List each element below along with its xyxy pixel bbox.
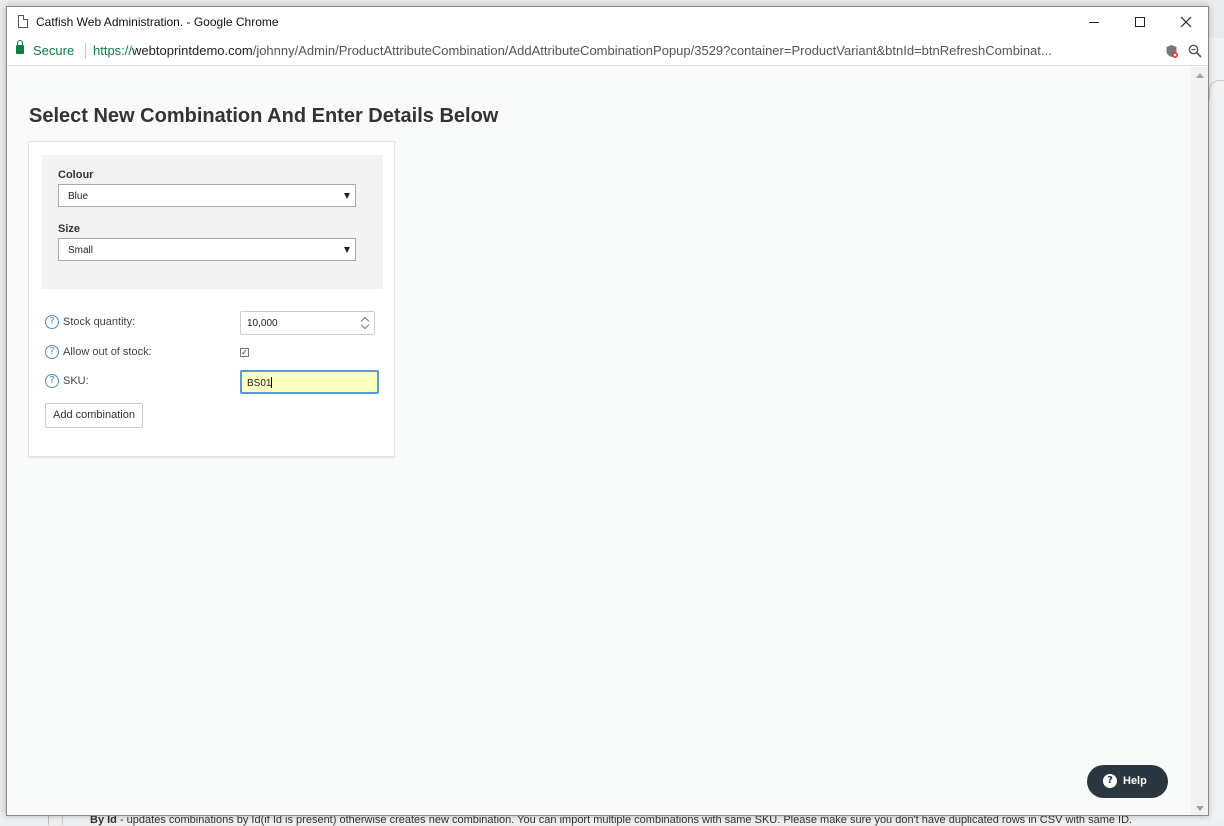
minimize-icon xyxy=(1089,21,1099,23)
combination-form-panel: Colour Blue Size Small ? Stock quantity:… xyxy=(28,141,395,457)
stock-quantity-value: 10,000 xyxy=(247,318,278,329)
address-divider xyxy=(85,43,86,59)
chrome-popup-window: Catfish Web Administration. - Google Chr… xyxy=(6,6,1209,816)
colour-select[interactable]: Blue xyxy=(58,184,356,207)
minimize-button[interactable] xyxy=(1071,7,1117,37)
text-cursor xyxy=(271,377,273,388)
question-circle-icon[interactable]: ? xyxy=(45,315,59,329)
stock-quantity-label: Stock quantity: xyxy=(63,316,136,328)
maximize-icon xyxy=(1135,17,1145,27)
address-bar[interactable]: Secure https://webtoprintdemo.com/johnny… xyxy=(7,37,1208,66)
background-page-edge xyxy=(1209,38,1224,818)
url-text[interactable]: https://webtoprintdemo.com/johnny/Admin/… xyxy=(93,43,1153,58)
vertical-scrollbar[interactable] xyxy=(1191,67,1208,815)
allow-out-of-stock-checkbox[interactable]: ✓ xyxy=(240,348,249,357)
size-select-value: Small xyxy=(68,245,94,256)
close-icon xyxy=(1180,16,1192,28)
page-viewport: Select New Combination And Enter Details… xyxy=(7,67,1191,815)
allow-out-of-stock-label: Allow out of stock: xyxy=(63,346,152,358)
question-circle-icon: ? xyxy=(1103,774,1117,788)
question-circle-icon[interactable]: ? xyxy=(45,374,59,388)
maximize-button[interactable] xyxy=(1117,7,1163,37)
help-button[interactable]: ? Help xyxy=(1087,765,1168,798)
lock-icon xyxy=(16,40,24,54)
size-label: Size xyxy=(58,223,81,235)
page-title: Select New Combination And Enter Details… xyxy=(29,105,499,127)
colour-label: Colour xyxy=(58,169,94,181)
add-combination-button[interactable]: Add combination xyxy=(45,403,143,428)
page-icon xyxy=(18,15,28,28)
sku-input[interactable]: BS01 xyxy=(240,370,379,394)
close-button[interactable] xyxy=(1163,7,1209,37)
sku-value: BS01 xyxy=(247,378,272,389)
quantity-stepper[interactable] xyxy=(360,314,372,332)
title-bar: Catfish Web Administration. - Google Chr… xyxy=(7,7,1208,37)
chevron-down-icon xyxy=(344,193,350,199)
help-label: Help xyxy=(1123,775,1147,787)
attribute-selection-box: Colour Blue Size Small xyxy=(42,155,383,289)
size-select[interactable]: Small xyxy=(58,238,356,261)
sku-label: SKU: xyxy=(63,375,89,387)
window-title: Catfish Web Administration. - Google Chr… xyxy=(36,15,279,29)
colour-select-value: Blue xyxy=(68,191,89,202)
secure-label: Secure xyxy=(33,43,75,58)
question-circle-icon[interactable]: ? xyxy=(45,345,59,359)
scroll-down-icon[interactable] xyxy=(1196,806,1204,811)
zoom-icon[interactable] xyxy=(1188,44,1202,58)
scroll-up-icon[interactable] xyxy=(1196,73,1204,78)
chevron-down-icon xyxy=(344,247,350,253)
stock-quantity-input[interactable]: 10,000 xyxy=(240,311,375,335)
shield-extension-icon[interactable] xyxy=(1165,44,1178,58)
